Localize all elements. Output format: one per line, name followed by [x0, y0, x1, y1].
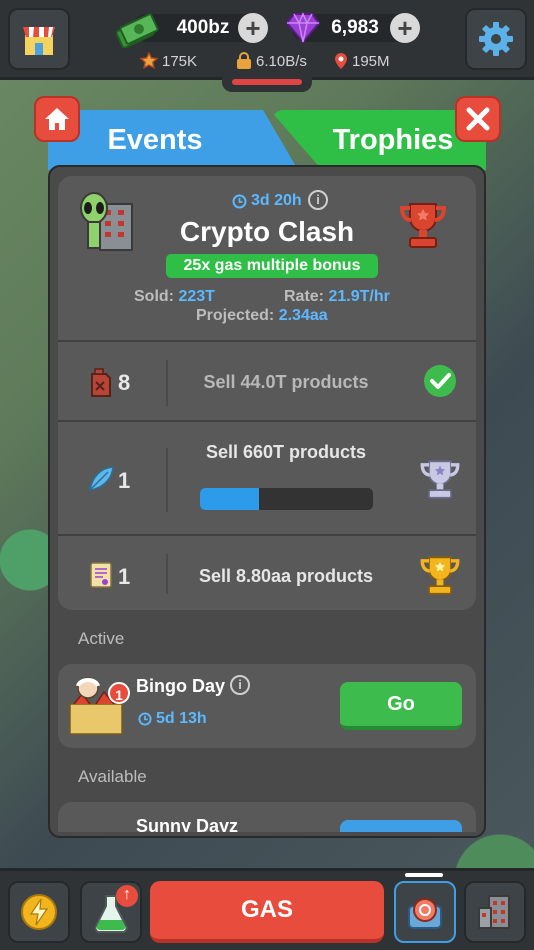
- active-event-info-icon[interactable]: i: [230, 675, 250, 695]
- gem-icon: [286, 12, 320, 44]
- event-bonus-badge: 25x gas multiple bonus: [166, 254, 378, 278]
- task-reward-count: 8: [118, 370, 131, 395]
- building-icon: [478, 895, 510, 929]
- event-info-icon[interactable]: i: [308, 190, 328, 210]
- income-rate-value: 6.10B/s: [256, 52, 307, 70]
- sold-value: 223T: [178, 288, 215, 305]
- projected-value: 2.34aa: [278, 307, 328, 324]
- trophy-icon: [420, 556, 460, 595]
- available-event-button[interactable]: [340, 820, 462, 832]
- star-icon: [140, 52, 158, 70]
- tab-trophies-label: Trophies: [332, 123, 454, 156]
- feather-icon: [89, 466, 114, 491]
- available-list-viewport: Sunny Dayz: [58, 800, 476, 832]
- go-button-label: Go: [387, 693, 415, 715]
- go-button[interactable]: Go: [340, 682, 462, 730]
- task-row: 8 Sell 44.0T products: [58, 340, 476, 422]
- pin-icon: [335, 53, 347, 69]
- task-reward-count: 1: [118, 468, 131, 493]
- cash-icon: [116, 13, 159, 48]
- add-gems-button[interactable]: +: [390, 13, 420, 43]
- top-bar-handle: [222, 76, 312, 92]
- vault-button[interactable]: [394, 881, 456, 943]
- home-button[interactable]: [34, 96, 80, 142]
- clock-icon: [232, 194, 247, 208]
- available-event-name: Sunny Dayz: [136, 816, 239, 832]
- fuel-can-icon: [91, 368, 111, 397]
- vault-active-indicator: [405, 873, 443, 877]
- rate-value: 21.9T/hr: [328, 288, 390, 305]
- buildings-button[interactable]: [464, 881, 526, 943]
- tab-events[interactable]: Events: [48, 110, 298, 170]
- boost-button[interactable]: [8, 881, 70, 943]
- task-row: 1 Sell 660T products: [58, 420, 476, 536]
- task-progress-bar: [200, 488, 373, 510]
- projected-label: Projected:: [196, 307, 275, 324]
- clock-icon: [138, 712, 152, 726]
- trophy-icon: [420, 460, 460, 499]
- sold-label: Sold:: [134, 288, 174, 305]
- task-text: Sell 660T products: [205, 442, 367, 462]
- shop-icon: [23, 27, 55, 55]
- available-section-label: Available: [78, 767, 147, 786]
- active-event-timer-value: 5d 13h: [156, 710, 207, 727]
- gas-button[interactable]: GAS: [150, 881, 384, 943]
- gems-value: 6,983: [331, 17, 379, 38]
- shop-button[interactable]: [8, 8, 70, 70]
- top-bar: 400bz + 6,983 + 175K 6.10B/s 195M: [0, 0, 534, 80]
- event-timer: 3d 20h: [232, 192, 302, 210]
- active-event-card: 1 Bingo Day i 5d 13h Go: [58, 664, 476, 748]
- settings-button[interactable]: [465, 8, 527, 70]
- available-event-card: Sunny Dayz: [58, 802, 476, 832]
- scroll-icon: [90, 562, 112, 588]
- active-section-label: Active: [78, 629, 125, 648]
- active-event-timer: 5d 13h: [138, 710, 207, 728]
- task-progress-fill: [200, 488, 259, 510]
- rate-label: Rate:: [284, 288, 325, 305]
- lock-bag-icon: [237, 52, 251, 69]
- rating-value: 175K: [162, 52, 198, 70]
- event-timer-value: 3d 20h: [251, 192, 302, 209]
- tab-trophies[interactable]: Trophies: [270, 110, 486, 170]
- location-value: 195M: [352, 52, 390, 70]
- notification-badge: 1: [108, 682, 130, 704]
- close-icon: [466, 107, 490, 131]
- location-stat: 195M: [334, 52, 390, 70]
- add-cash-button[interactable]: +: [238, 13, 268, 43]
- bottom-bar: ↑ GAS: [0, 868, 534, 950]
- tab-events-label: Events: [107, 123, 203, 156]
- research-button[interactable]: ↑: [80, 881, 142, 943]
- active-event-name: Bingo Day: [136, 676, 226, 696]
- vault-icon: [408, 898, 442, 929]
- rating-stat: 175K: [140, 52, 197, 70]
- close-button[interactable]: [455, 96, 501, 142]
- check-icon: [424, 365, 456, 397]
- gear-icon: [479, 22, 513, 56]
- task-row: 1 Sell 8.80aa products: [58, 534, 476, 610]
- home-icon: [45, 108, 69, 130]
- cash-value: 400bz: [176, 17, 230, 38]
- lightning-icon: [21, 894, 57, 930]
- gas-button-label: GAS: [240, 896, 293, 923]
- upgrade-badge: ↑: [116, 885, 138, 907]
- task-text: Sell 44.0T products: [203, 372, 369, 392]
- task-reward-count: 1: [118, 564, 131, 589]
- income-rate-stat: 6.10B/s: [236, 52, 307, 70]
- task-text: Sell 8.80aa products: [198, 566, 374, 586]
- trophy-icon: [399, 203, 447, 248]
- current-event-card: 3d 20h i Crypto Clash 25x gas multiple b…: [58, 176, 476, 610]
